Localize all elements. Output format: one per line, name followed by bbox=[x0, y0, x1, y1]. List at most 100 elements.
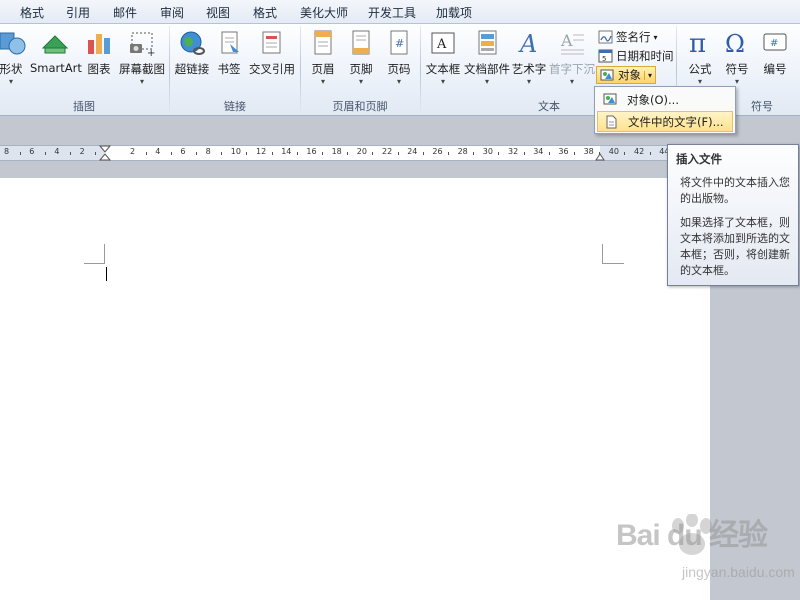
chevron-down-icon: ▾ bbox=[526, 77, 531, 86]
tab-references[interactable]: 引用 bbox=[66, 4, 90, 21]
hyperlink-label: 超链接 bbox=[174, 62, 210, 76]
svg-text:A: A bbox=[518, 30, 537, 56]
object-icon bbox=[600, 68, 615, 82]
ruler-tick bbox=[271, 152, 273, 155]
ruler-label: 8 bbox=[205, 147, 211, 156]
ruler-tick bbox=[372, 152, 374, 155]
numbering-label: 编号 bbox=[763, 62, 787, 76]
ruler-tick bbox=[649, 152, 651, 155]
symbol-button[interactable]: Ω 符号 ▾ bbox=[720, 30, 754, 86]
ruler-tick bbox=[523, 152, 525, 155]
chevron-down-icon: ▾ bbox=[569, 77, 574, 86]
tab-addins[interactable]: 加载项 bbox=[436, 4, 472, 21]
svg-text:+: + bbox=[147, 48, 155, 56]
crop-mark-right-horizontal bbox=[602, 263, 624, 264]
ruler-label: 38 bbox=[583, 147, 594, 156]
ruler-label: 26 bbox=[432, 147, 443, 156]
svg-text:A: A bbox=[560, 31, 573, 50]
hyperlink-button[interactable]: 超链接 bbox=[174, 30, 210, 77]
indent-marker-icon[interactable] bbox=[99, 145, 111, 162]
chevron-down-icon: ▾ bbox=[484, 77, 489, 86]
footer-icon bbox=[347, 30, 375, 56]
ruler-label: 8 bbox=[4, 147, 10, 156]
menu-item-object-label: 对象(O)... bbox=[627, 92, 679, 107]
ruler-label: 12 bbox=[256, 147, 267, 156]
signature-line-button[interactable]: 签名行 ▾ bbox=[598, 28, 658, 46]
date-time-button[interactable]: 5 日期和时间 bbox=[598, 47, 674, 65]
page-number-button[interactable]: # 页码 ▾ bbox=[382, 30, 416, 86]
tab-format-2[interactable]: 格式 bbox=[253, 4, 277, 21]
globe-link-icon bbox=[178, 30, 206, 56]
ruler-left-margin bbox=[0, 146, 104, 160]
ruler-tick bbox=[624, 152, 626, 155]
svg-text:#: # bbox=[770, 38, 778, 49]
text-box-button[interactable]: A 文本框 ▾ bbox=[425, 30, 461, 86]
screenshot-label: 屏幕截图 bbox=[119, 62, 165, 76]
bookmark-button[interactable]: 书签 bbox=[214, 30, 244, 77]
ruler-label: 4 bbox=[155, 147, 161, 156]
footer-button[interactable]: 页脚 ▾ bbox=[344, 30, 378, 86]
screenshot-button[interactable]: + 屏幕截图 ▾ bbox=[118, 30, 166, 86]
header-button[interactable]: 页眉 ▾ bbox=[306, 30, 340, 86]
cross-reference-button[interactable]: 交叉引用 bbox=[248, 30, 296, 77]
ruler-label: 24 bbox=[407, 147, 418, 156]
signature-icon bbox=[598, 30, 613, 44]
numbering-button[interactable]: # 编号 bbox=[758, 30, 792, 77]
menu-item-object[interactable]: 对象(O)... bbox=[597, 89, 733, 110]
ruler-label: 34 bbox=[533, 147, 544, 156]
svg-text:Ω: Ω bbox=[725, 30, 745, 56]
object-icon bbox=[603, 92, 617, 106]
object-button[interactable]: 对象 ▾ bbox=[596, 66, 657, 84]
chevron-down-icon: ▾ bbox=[396, 77, 401, 86]
tab-view[interactable]: 视图 bbox=[206, 4, 230, 21]
drop-cap-label: 首字下沉 bbox=[549, 62, 595, 76]
menu-item-text-from-file[interactable]: 文件中的文字(F)... bbox=[597, 111, 733, 132]
cross-reference-icon bbox=[258, 30, 286, 56]
svg-text:#: # bbox=[395, 37, 404, 50]
drop-cap-button[interactable]: A 首字下沉 ▾ bbox=[549, 30, 595, 86]
group-label-illustrations: 插图 bbox=[73, 100, 95, 113]
document-page[interactable] bbox=[0, 178, 710, 600]
ruler-label: 14 bbox=[281, 147, 292, 156]
header-icon bbox=[309, 30, 337, 56]
omega-icon: Ω bbox=[723, 30, 751, 58]
ruler-label: 30 bbox=[482, 147, 493, 156]
chevron-down-icon: ▾ bbox=[697, 77, 702, 86]
ruler-tick bbox=[473, 152, 475, 155]
ruler-label: 16 bbox=[306, 147, 317, 156]
ruler-tick bbox=[44, 152, 46, 155]
baidu-watermark: Bai du 经验 jingyan.baidu.com bbox=[614, 510, 800, 590]
bookmark-icon bbox=[215, 30, 243, 56]
wordart-icon: A bbox=[515, 30, 543, 58]
ruler-tick bbox=[599, 152, 601, 155]
tab-review[interactable]: 审阅 bbox=[160, 4, 184, 21]
ruler-label: 20 bbox=[356, 147, 367, 156]
header-label: 页眉 bbox=[311, 62, 335, 76]
tab-beautify[interactable]: 美化大师 bbox=[300, 4, 348, 21]
text-box-icon: A bbox=[429, 30, 457, 56]
tooltip-details: 如果选择了文本框，则文本将添加到所选的文本框；否则，将创建新的文本框。 bbox=[680, 216, 790, 277]
crop-mark-right-vertical bbox=[602, 244, 603, 264]
quick-parts-button[interactable]: 文档部件 ▾ bbox=[463, 30, 511, 86]
ruler-tick bbox=[574, 152, 575, 155]
wordart-button[interactable]: A 艺术字 ▾ bbox=[511, 30, 547, 86]
tab-developer[interactable]: 开发工具 bbox=[368, 4, 416, 21]
horizontal-ruler[interactable]: 8 6 4 2 2 4 6 8 10 12 14 16 18 20 22 24 26 28 30 32 34 36 38 40… bbox=[0, 145, 676, 162]
crop-mark-left-horizontal bbox=[84, 263, 105, 264]
calendar-icon: 5 bbox=[598, 49, 613, 63]
tab-mailings[interactable]: 邮件 bbox=[113, 4, 137, 21]
object-label: 对象 bbox=[618, 68, 641, 82]
group-label-header-footer: 页眉和页脚 bbox=[332, 100, 388, 113]
menu-item-text-from-file-label: 文件中的文字(F)... bbox=[628, 114, 724, 129]
tab-format[interactable]: 格式 bbox=[20, 4, 44, 21]
chevron-down-icon[interactable]: ▾ bbox=[644, 70, 652, 80]
smartart-button[interactable]: SmartArt bbox=[30, 30, 82, 75]
shapes-label: 形状 bbox=[0, 62, 23, 76]
equation-button[interactable]: π 公式 ▾ bbox=[682, 29, 718, 86]
ruler-label: 32 bbox=[508, 147, 519, 156]
ruler-tick bbox=[196, 152, 197, 155]
pi-icon: π bbox=[686, 29, 714, 59]
chart-button[interactable]: 图表 bbox=[84, 30, 114, 77]
shapes-button[interactable]: 形状 ▾ bbox=[0, 30, 26, 86]
ruler-tick bbox=[246, 152, 248, 155]
